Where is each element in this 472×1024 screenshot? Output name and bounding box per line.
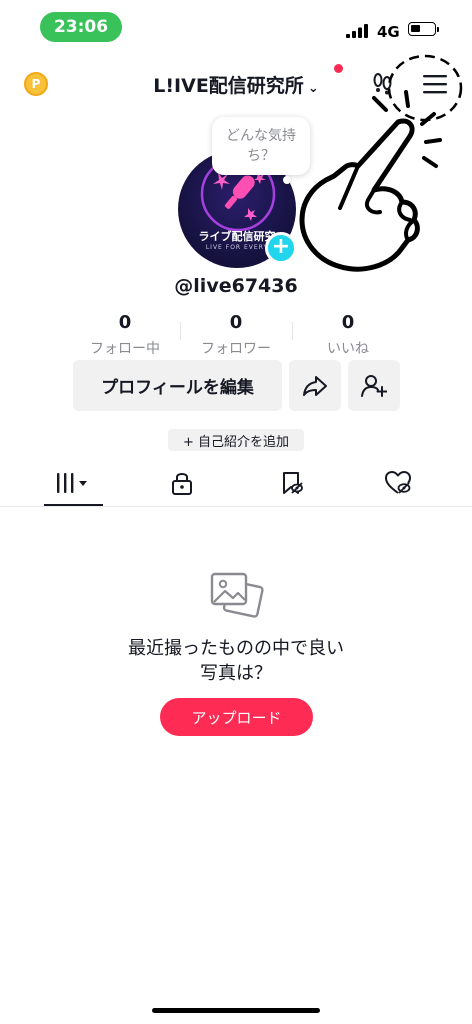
notification-dot xyxy=(334,64,343,73)
liked-icon xyxy=(385,471,411,494)
bubble-tail xyxy=(283,176,291,184)
empty-state-line2: 写真は？ xyxy=(200,663,272,684)
grid-icon xyxy=(57,473,87,493)
share-profile-button[interactable] xyxy=(289,360,341,411)
status-time: 23:06 xyxy=(40,12,122,42)
add-user-icon xyxy=(361,374,387,397)
tab-saved[interactable] xyxy=(272,468,312,498)
photos-icon xyxy=(210,572,264,618)
tab-private[interactable] xyxy=(162,468,202,498)
signal-icon xyxy=(346,24,368,38)
following-count: 0 xyxy=(118,312,132,333)
battery-icon xyxy=(408,22,436,36)
network-type: 4G xyxy=(377,23,400,41)
home-indicator[interactable] xyxy=(152,1008,320,1013)
pointing-hand-annotation xyxy=(299,118,420,272)
stat-likes[interactable]: 0 いいね xyxy=(293,312,403,358)
stat-following[interactable]: 0 フォロー中 xyxy=(70,312,180,358)
lock-icon xyxy=(172,473,192,495)
empty-state-line1: 最近撮ったものの中で良い xyxy=(128,638,344,659)
upload-button[interactable]: アップロード xyxy=(160,698,313,736)
status-bubble-text: どんな気持ち？ xyxy=(226,128,296,164)
username: @live67436 xyxy=(174,275,298,297)
saved-icon xyxy=(283,472,303,494)
followers-label: フォロワー xyxy=(201,341,271,357)
edit-profile-button[interactable]: プロフィールを編集 xyxy=(73,360,282,411)
add-avatar-button[interactable]: + xyxy=(265,232,297,264)
following-label: フォロー中 xyxy=(90,341,160,357)
likes-label: いいね xyxy=(327,341,369,357)
chevron-down-icon: ⌄ xyxy=(307,81,319,96)
battery-cap xyxy=(437,27,439,32)
empty-state-title: 最近撮ったものの中で良い 写真は？ xyxy=(0,636,472,686)
tab-videos[interactable] xyxy=(52,468,92,498)
status-bubble[interactable]: どんな気持ち？ xyxy=(212,117,310,175)
add-friend-button[interactable] xyxy=(348,360,400,411)
tabs-divider xyxy=(0,506,472,507)
followers-count: 0 xyxy=(229,312,243,333)
likes-count: 0 xyxy=(341,312,355,333)
add-bio-button[interactable]: + 自己紹介を追加 xyxy=(168,429,304,451)
tab-liked[interactable] xyxy=(378,468,418,498)
stat-followers[interactable]: 0 フォロワー xyxy=(181,312,291,358)
account-name: L!IVE配信研究所 xyxy=(153,75,304,97)
share-icon xyxy=(303,375,327,396)
